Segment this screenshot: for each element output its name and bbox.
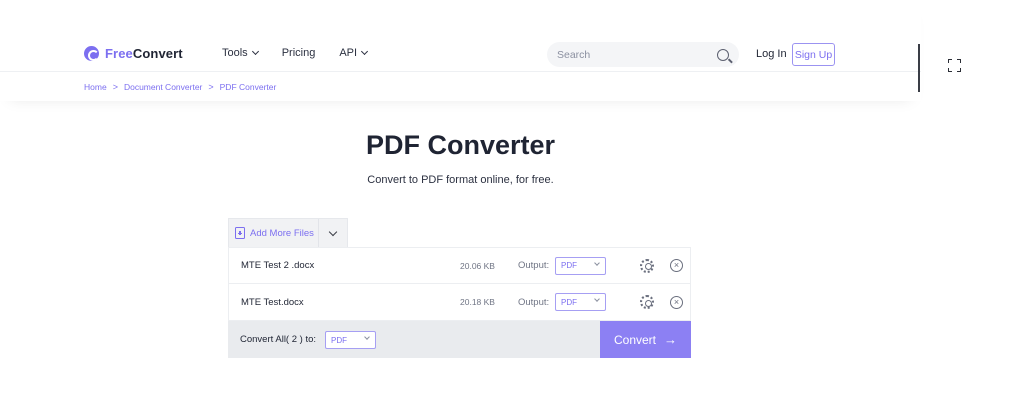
chevron-down-icon	[328, 227, 338, 236]
breadcrumb-home[interactable]: Home	[84, 82, 107, 92]
logo-text: FreeConvert	[105, 46, 183, 61]
chevron-down-icon	[364, 334, 370, 340]
page-title: PDF Converter	[365, 130, 556, 160]
page: FreeConvert Tools Pricing API Search Log…	[0, 0, 1024, 413]
file-name: MTE Test.docx	[241, 296, 304, 308]
output-format-value: PDF	[561, 297, 577, 307]
file-row: MTE Test 2 .docx 20.06 KB Output: PDF ×	[228, 247, 691, 284]
convert-all-format-value: PDF	[331, 335, 347, 345]
add-files-bar: Add More Files	[228, 218, 348, 247]
scrollbar[interactable]	[918, 44, 920, 92]
arrow-right-icon: →	[664, 332, 678, 347]
file-size: 20.18 KB	[460, 297, 495, 307]
gear-icon[interactable]	[640, 295, 654, 309]
page-subtitle: Convert to PDF format online, for free.	[367, 174, 554, 186]
converter-panel: Add More Files MTE Test 2 .docx 20.06 KB…	[228, 218, 691, 358]
breadcrumb-pdf-converter[interactable]: PDF Converter	[220, 82, 277, 92]
chevron-down-icon	[594, 259, 600, 266]
output-format-select[interactable]: PDF	[555, 256, 606, 275]
search-input[interactable]: Search	[547, 42, 739, 67]
logo[interactable]: FreeConvert	[84, 46, 183, 61]
breadcrumb: Home > Document Converter > PDF Converte…	[84, 82, 276, 92]
chevron-down-icon	[594, 296, 600, 302]
nav-item-api[interactable]: API	[339, 47, 369, 59]
add-more-files-label: Add More Files	[250, 227, 314, 239]
breadcrumb-separator: >	[208, 82, 214, 92]
nav-label-api: API	[339, 47, 358, 59]
nav-label-tools: Tools	[222, 47, 248, 59]
output-label: Output:	[518, 260, 550, 271]
main-nav: Tools Pricing API	[222, 47, 369, 59]
output-format-select[interactable]: PDF	[555, 293, 606, 311]
convert-all-format-select[interactable]: PDF	[325, 331, 376, 349]
nav-item-pricing[interactable]: Pricing	[282, 47, 316, 59]
chevron-down-icon	[251, 47, 259, 56]
output-label: Output:	[518, 296, 550, 308]
site-header: FreeConvert Tools Pricing API Search Log…	[0, 0, 921, 101]
gear-icon[interactable]	[640, 258, 654, 273]
login-link[interactable]: Log In	[756, 48, 787, 60]
add-more-files-button[interactable]: Add More Files	[229, 219, 319, 247]
nav-item-tools[interactable]: Tools	[222, 47, 259, 59]
file-size: 20.06 KB	[460, 260, 495, 271]
search-placeholder: Search	[557, 48, 591, 61]
convert-button-label: Convert	[613, 332, 657, 347]
top-navbar: FreeConvert Tools Pricing API Search Log…	[0, 36, 921, 72]
signup-button[interactable]: Sign Up	[792, 43, 835, 66]
nav-label-pricing: Pricing	[281, 47, 316, 59]
convert-all-bar: Convert All( 2 ) to: PDF Convert →	[228, 321, 691, 358]
file-name: MTE Test 2 .docx	[241, 260, 315, 271]
add-files-dropdown[interactable]	[319, 219, 347, 247]
chevron-down-icon	[361, 47, 369, 56]
logo-icon	[84, 46, 99, 61]
output-format-value: PDF	[561, 261, 577, 270]
file-plus-icon	[235, 227, 245, 239]
search-icon[interactable]	[717, 48, 729, 61]
close-icon[interactable]: ×	[670, 259, 683, 272]
convert-all-label: Convert All( 2 ) to:	[240, 334, 317, 345]
close-icon[interactable]: ×	[670, 295, 683, 309]
breadcrumb-document-converter[interactable]: Document Converter	[124, 82, 202, 92]
breadcrumb-separator: >	[112, 82, 118, 92]
fullscreen-icon[interactable]	[948, 59, 961, 72]
file-row: MTE Test.docx 20.18 KB Output: PDF ×	[228, 284, 691, 321]
convert-button[interactable]: Convert →	[600, 321, 691, 358]
